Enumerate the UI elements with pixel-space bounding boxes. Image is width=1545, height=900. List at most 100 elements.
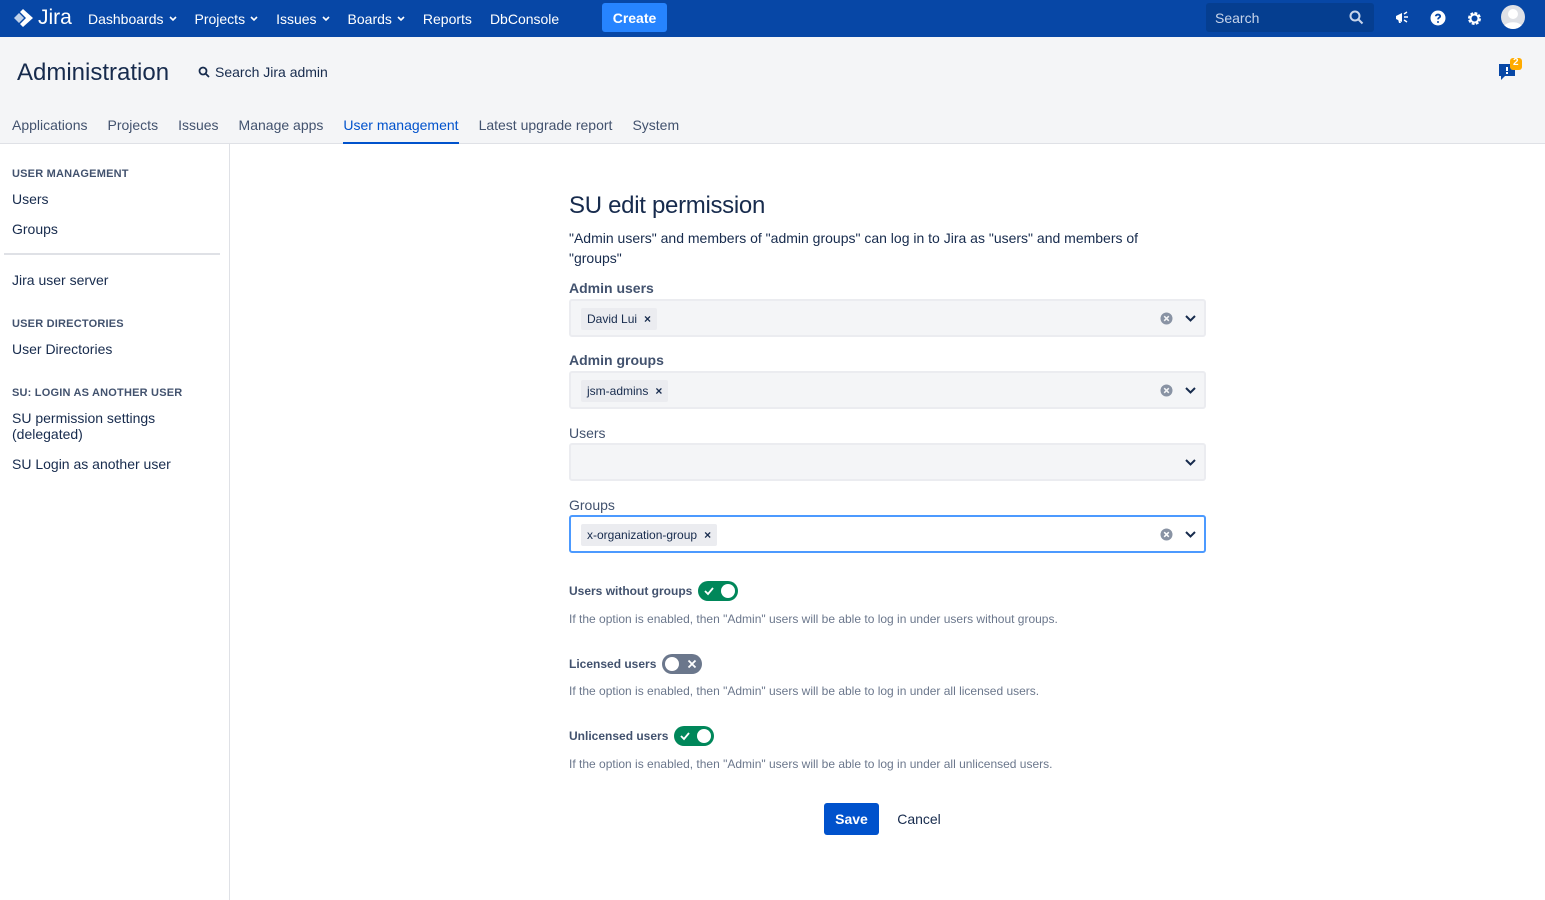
top-navigation: Jira Dashboards Projects Issues Boards R… <box>0 0 1545 37</box>
help-text: If the option is enabled, then "Admin" u… <box>569 757 1053 771</box>
check-icon <box>704 587 715 596</box>
sidebar-item-su-permission-settings[interactable]: SU permission settings (delegated) <box>12 410 192 442</box>
clear-icon[interactable] <box>1160 384 1173 397</box>
toggle-row-unlicensed-users: Unlicensed users <box>569 726 715 746</box>
chevron-down-icon <box>250 15 258 21</box>
check-icon <box>680 732 691 741</box>
tab-user-management[interactable]: User management <box>343 117 459 144</box>
search-icon <box>198 66 210 78</box>
avatar[interactable] <box>1501 5 1525 29</box>
remove-chip-icon[interactable]: × <box>644 312 651 326</box>
sidebar: USER MANAGEMENT Users Groups Jira user s… <box>0 144 230 900</box>
jira-logo[interactable]: Jira <box>12 6 72 30</box>
toggle-label: Unlicensed users <box>569 729 669 743</box>
notifications-button[interactable]: 2 <box>1497 57 1523 85</box>
chip-label: David Lui <box>587 312 638 326</box>
sidebar-item-jira-user-server[interactable]: Jira user server <box>12 272 108 288</box>
field-label-groups: Groups <box>569 497 615 513</box>
admin-search-label: Search Jira admin <box>215 64 328 80</box>
nav-dbconsole[interactable]: DbConsole <box>490 11 559 27</box>
clear-icon[interactable] <box>1160 528 1173 541</box>
admin-search-link[interactable]: Search Jira admin <box>198 64 328 80</box>
global-search-input[interactable]: Search <box>1206 3 1374 32</box>
search-icon <box>1349 10 1364 25</box>
notification-count: 2 <box>1513 57 1519 68</box>
nav-label: DbConsole <box>489 10 560 27</box>
chevron-down-icon[interactable] <box>1184 528 1197 541</box>
page-title: Administration <box>17 59 170 86</box>
chip-label: jsm-admins <box>587 384 649 398</box>
form-title: SU edit permission <box>569 192 766 219</box>
sidebar-item-groups[interactable]: Groups <box>12 221 58 237</box>
field-label-admin-users: Admin users <box>569 280 654 296</box>
jira-logo-icon <box>14 9 33 27</box>
save-button[interactable]: Save <box>824 803 879 835</box>
remove-chip-icon[interactable]: × <box>655 384 662 398</box>
chevron-down-icon[interactable] <box>1184 384 1197 397</box>
sidebar-item-user-directories[interactable]: User Directories <box>12 341 112 357</box>
cancel-button[interactable]: Cancel <box>890 803 948 835</box>
sidebar-heading-user-management: USER MANAGEMENT <box>12 168 129 180</box>
tab-latest-upgrade-report[interactable]: Latest upgrade report <box>479 117 613 144</box>
toggle-row-licensed-users: Licensed users <box>569 654 703 674</box>
chevron-down-icon <box>168 15 177 21</box>
admin-header: Administration Search Jira admin 2 Appli… <box>0 37 1545 144</box>
logo-text: Jira <box>38 6 72 29</box>
admin-users-select[interactable]: David Lui × <box>569 299 1206 337</box>
chevron-down-icon <box>397 15 405 21</box>
toggle-knob <box>721 584 736 598</box>
notification-icon <box>1499 58 1522 80</box>
selected-chip: jsm-admins × <box>581 380 669 402</box>
nav-label: Projects <box>194 10 246 27</box>
megaphone-icon[interactable] <box>1392 8 1412 28</box>
form-description: "Admin users" and members of "admin grou… <box>569 230 1139 266</box>
clear-icon[interactable] <box>1160 312 1173 325</box>
nav-boards[interactable]: Boards <box>348 11 405 27</box>
tab-system[interactable]: System <box>632 117 679 144</box>
groups-select[interactable]: x-organization-group × <box>569 515 1206 553</box>
chip-label: x-organization-group <box>587 528 698 542</box>
nav-projects[interactable]: Projects <box>195 11 259 27</box>
sidebar-heading-user-directories: USER DIRECTORIES <box>12 318 124 330</box>
nav-dashboards[interactable]: Dashboards <box>88 11 177 27</box>
nav-issues[interactable]: Issues <box>276 10 330 27</box>
toggle-knob <box>697 729 712 743</box>
remove-chip-icon[interactable]: × <box>704 528 711 542</box>
nav-reports[interactable]: Reports <box>423 11 472 27</box>
create-button[interactable]: Create <box>602 3 667 32</box>
nav-label: Reports <box>422 10 472 27</box>
nav-label: Dashboards <box>88 10 164 27</box>
selected-chip: x-organization-group × <box>581 524 718 546</box>
unlicensed-users-toggle[interactable] <box>674 726 715 746</box>
field-label-admin-groups: Admin groups <box>569 352 664 368</box>
chevron-down-icon[interactable] <box>1184 312 1197 325</box>
tab-projects[interactable]: Projects <box>108 117 159 144</box>
licensed-users-toggle[interactable] <box>662 654 703 674</box>
users-without-groups-toggle[interactable] <box>698 581 739 601</box>
toggle-knob <box>665 657 680 671</box>
help-text: If the option is enabled, then "Admin" u… <box>569 612 1058 626</box>
search-placeholder: Search <box>1215 9 1260 26</box>
selected-chip: David Lui × <box>581 308 658 330</box>
sidebar-heading-su-login: SU: LOGIN AS ANOTHER USER <box>12 387 183 399</box>
nav-label: Issues <box>276 10 317 27</box>
admin-tabs: Applications Projects Issues Manage apps… <box>12 117 699 144</box>
chevron-down-icon[interactable] <box>1184 456 1197 469</box>
chevron-down-icon <box>321 15 330 21</box>
close-icon <box>688 659 697 669</box>
gear-icon[interactable] <box>1464 8 1484 28</box>
toggle-row-users-without-groups: Users without groups <box>569 581 739 601</box>
sidebar-item-su-login[interactable]: SU Login as another user <box>12 456 171 472</box>
tab-manage-apps[interactable]: Manage apps <box>239 117 324 144</box>
help-text: If the option is enabled, then "Admin" u… <box>569 684 1040 698</box>
tab-applications[interactable]: Applications <box>12 117 88 144</box>
nav-label: Boards <box>347 10 392 27</box>
toggle-label: Licensed users <box>569 657 657 671</box>
sidebar-item-users[interactable]: Users <box>12 191 49 207</box>
admin-groups-select[interactable]: jsm-admins × <box>569 371 1206 409</box>
tab-issues[interactable]: Issues <box>178 117 218 144</box>
sidebar-divider <box>4 253 220 255</box>
users-select[interactable] <box>569 443 1206 481</box>
help-icon[interactable] <box>1428 8 1448 28</box>
field-label-users: Users <box>569 425 606 441</box>
